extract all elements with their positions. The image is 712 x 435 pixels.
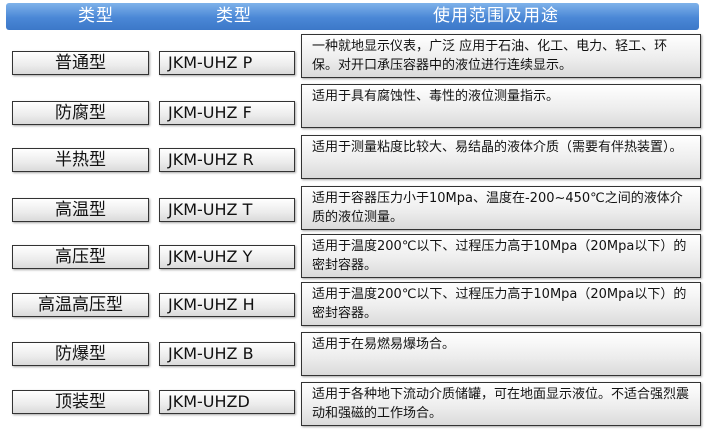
type-cell: 高温型: [12, 198, 149, 222]
description-cell: 一种就地显示仪表，广泛 应用于石油、化工、电力、轻工、环保。对开口承压容器中的液…: [301, 34, 701, 78]
type-cell: 高温高压型: [12, 293, 149, 317]
header-model: 类型: [216, 6, 252, 26]
type-cell: 顶装型: [12, 390, 149, 414]
description-cell: 适用于温度200℃以下、过程压力高于10Mpa（20Mpa以下）的密封容器。: [301, 282, 701, 326]
model-cell: JKM-UHZ H: [159, 293, 295, 317]
type-cell: 防腐型: [12, 101, 149, 125]
description-cell: 适用于测量粘度比较大、易结晶的液体介质（需要有伴热装置）。: [301, 135, 701, 179]
type-cell: 高压型: [12, 245, 149, 269]
description-cell: 适用于温度200℃以下、过程压力高于10Mpa（20Mpa以下）的密封容器。: [301, 234, 701, 278]
model-cell: JKM-UHZ B: [159, 342, 295, 366]
description-cell: 适用于具有腐蚀性、毒性的液位测量指示。: [301, 84, 701, 128]
type-cell: 普通型: [12, 51, 149, 75]
model-cell: JKM-UHZ Y: [159, 245, 295, 269]
header-type: 类型: [78, 6, 114, 26]
type-cell: 防爆型: [12, 342, 149, 366]
model-cell: JKM-UHZ R: [159, 148, 295, 172]
description-cell: 适用于各种地下流动介质储罐，可在地面显示液位。不适合强烈震动和强磁的工作场合。: [301, 382, 701, 426]
header-usage: 使用范围及用途: [433, 6, 559, 26]
table-header: 类型 类型 使用范围及用途: [6, 3, 699, 30]
model-cell: JKM-UHZ F: [159, 101, 295, 125]
description-cell: 适用于在易燃易爆场合。: [301, 332, 701, 376]
model-cell: JKM-UHZD: [159, 390, 295, 414]
model-cell: JKM-UHZ T: [159, 198, 295, 222]
type-cell: 半热型: [12, 148, 149, 172]
model-cell: JKM-UHZ P: [159, 51, 295, 75]
description-cell: 适用于容器压力小于10Mpa、温度在-200~450℃之间的液体介质的液位测量。: [301, 186, 701, 230]
